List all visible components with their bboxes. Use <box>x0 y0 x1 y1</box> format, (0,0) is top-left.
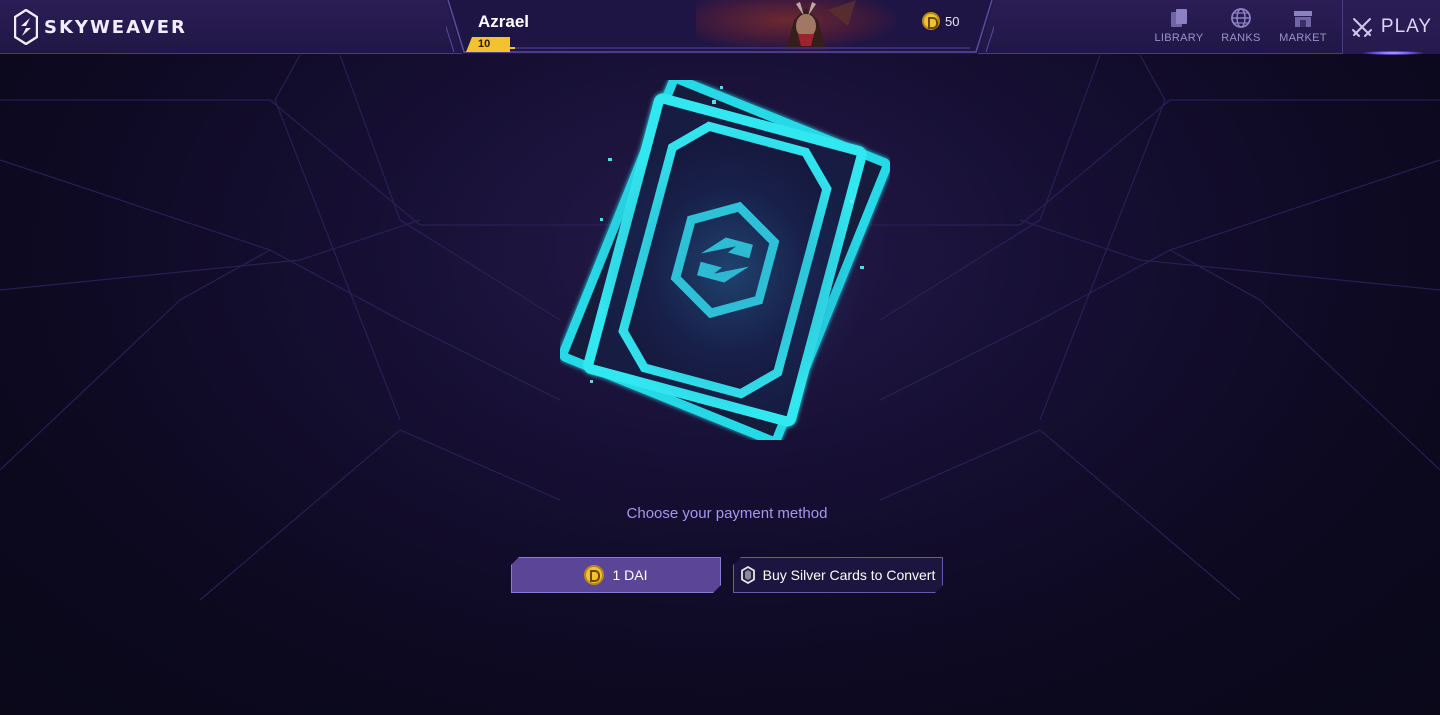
main-nav: LIBRARY RANKS MARKET <box>1148 0 1334 54</box>
app-name: SKYWEAVER <box>44 16 187 38</box>
nav-ranks[interactable]: RANKS <box>1210 0 1272 54</box>
nav-library[interactable]: LIBRARY <box>1148 0 1210 54</box>
player-name: Azrael <box>478 12 530 31</box>
play-button[interactable]: PLAY <box>1342 0 1440 55</box>
nav-ranks-label: RANKS <box>1221 32 1261 44</box>
dai-coin-icon <box>584 565 604 585</box>
dai-coin-icon <box>922 12 940 30</box>
crossed-swords-icon <box>1351 18 1372 37</box>
nav-market[interactable]: MARKET <box>1272 0 1334 54</box>
silver-card-icon <box>741 566 755 584</box>
player-profile[interactable]: Azrael 10 50 <box>446 0 994 54</box>
market-icon <box>1294 11 1312 27</box>
xp-bar-fill <box>510 47 515 49</box>
hero-portrait <box>696 0 896 50</box>
top-bar: SKYWEAVER Azrael 10 50 LIBRARY RANKS MAR… <box>0 0 1440 55</box>
nav-market-label: MARKET <box>1279 32 1327 44</box>
pay-with-dai-button[interactable]: 1 DAI <box>511 557 721 593</box>
card-pack <box>558 74 892 446</box>
hero-portrait-icon <box>786 0 856 50</box>
play-glow <box>1363 51 1423 55</box>
coin-balance-value: 50 <box>945 13 960 29</box>
buy-silver-cards-label: Buy Silver Cards to Convert <box>762 567 936 583</box>
nav-library-label: LIBRARY <box>1154 32 1204 44</box>
library-icon <box>1171 9 1187 27</box>
play-label: PLAY <box>1380 16 1433 37</box>
xp-bar <box>510 47 970 49</box>
card-pack-glow <box>590 120 870 420</box>
coin-balance: 50 <box>922 12 959 30</box>
logo[interactable]: SKYWEAVER <box>14 9 187 45</box>
pay-with-dai-label: 1 DAI <box>612 567 648 583</box>
level-badge: 10 <box>466 37 510 52</box>
payment-prompt: Choose your payment method <box>626 505 828 522</box>
buy-silver-cards-button[interactable]: Buy Silver Cards to Convert <box>733 557 943 593</box>
skyweaver-logo-icon <box>14 9 38 45</box>
globe-icon <box>1231 8 1251 28</box>
app-stage: SKYWEAVER Azrael 10 50 LIBRARY RANKS MAR… <box>0 0 1440 715</box>
